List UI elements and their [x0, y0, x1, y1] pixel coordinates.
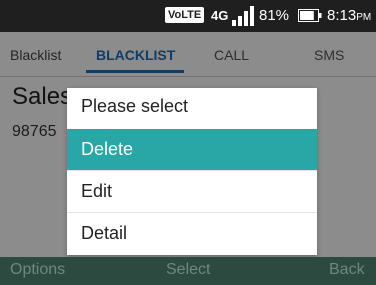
softkey-options[interactable]: Options [10, 261, 65, 279]
option-detail[interactable]: Detail [67, 213, 317, 254]
phone-screen: VoLTE 4G 81% 8:13PM Blacklist BLACKLIST … [0, 0, 376, 285]
dialog-title: Please select [81, 96, 189, 116]
softkey-select[interactable]: Select [166, 261, 210, 279]
clock-time: 8:13 [327, 7, 357, 24]
clock: 8:13PM [327, 7, 371, 24]
battery-percent: 81% [259, 7, 290, 24]
clock-ampm: PM [356, 12, 372, 23]
softkey-bar: Options Select Back [0, 257, 376, 285]
option-delete[interactable]: Delete [67, 129, 317, 170]
volte-badge: VoLTE [165, 7, 205, 23]
network-type: 4G [211, 8, 229, 23]
select-dialog: Please select Delete Edit Detail [67, 88, 317, 255]
option-edit[interactable]: Edit [67, 171, 317, 212]
signal-icon [232, 6, 254, 26]
status-bar: VoLTE 4G 81% 8:13PM [0, 0, 376, 32]
softkey-back[interactable]: Back [329, 261, 365, 279]
battery-icon [298, 9, 322, 22]
